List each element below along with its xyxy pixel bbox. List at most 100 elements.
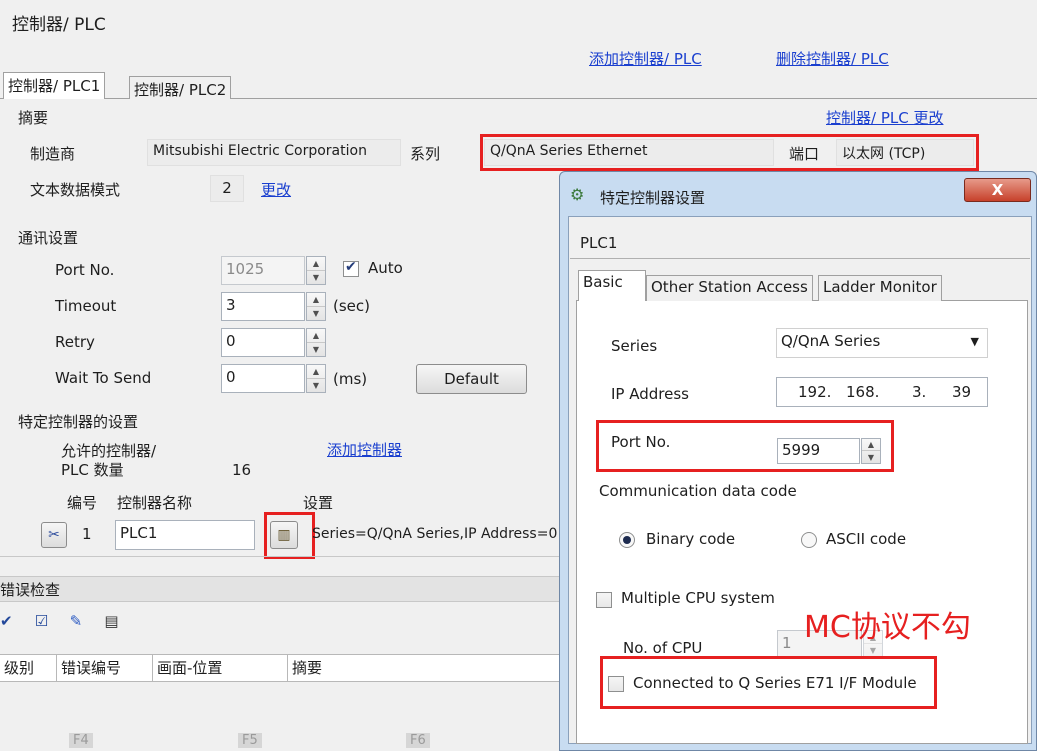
timeout-spinner[interactable]: ▲ ▼ xyxy=(306,292,326,321)
port-no-input[interactable]: 1025 xyxy=(221,256,305,285)
allowed-count: 16 xyxy=(232,461,252,479)
tools-icon[interactable]: ✂ xyxy=(41,522,67,548)
tab-basic[interactable]: Basic xyxy=(578,270,646,301)
col-summary[interactable]: 摘要 xyxy=(288,655,560,682)
spin-down-icon[interactable]: ▼ xyxy=(307,271,325,285)
ascii-label: ASCII code xyxy=(826,530,907,548)
plc-setting-icon[interactable]: ▥ xyxy=(270,521,298,549)
check-all-icon[interactable]: ✔ xyxy=(0,612,22,630)
add-plc-link[interactable]: 添加控制器/ PLC xyxy=(589,48,702,69)
tab-other-station-access[interactable]: Other Station Access xyxy=(646,275,813,301)
port-field: 以太网 (TCP) xyxy=(836,139,974,166)
timeout-input[interactable]: 3 xyxy=(221,292,305,321)
dialog-ip-label: IP Address xyxy=(611,385,689,403)
no-cpu-label: No. of CPU xyxy=(623,639,703,657)
retry-spinner[interactable]: ▲ ▼ xyxy=(306,328,326,357)
comm-code-label: Communication data code xyxy=(599,482,797,500)
page-title: 控制器/ PLC xyxy=(12,15,106,35)
check-screen-icon[interactable]: ✎ xyxy=(70,612,100,630)
dialog-series-label: Series xyxy=(611,337,658,355)
specific-settings-title: 特定控制器的设置 xyxy=(18,413,139,431)
wait-unit: (ms) xyxy=(333,370,368,388)
col-error-no[interactable]: 错误编号 xyxy=(57,655,153,682)
dialog-series-select[interactable]: Q/QnA Series ▼ xyxy=(776,328,988,358)
check-item-icon[interactable]: ☑ xyxy=(35,612,65,630)
col-name-header: 控制器名称 xyxy=(117,494,193,512)
annotation-text: MC协议不勾 xyxy=(804,610,971,645)
col-no-header: 编号 xyxy=(67,494,98,512)
text-mode-value: 2 xyxy=(210,175,244,202)
dialog-series-value: Q/QnA Series xyxy=(781,332,881,350)
e71-checkbox[interactable] xyxy=(608,676,624,692)
error-panel-title: 错误检查 xyxy=(0,576,560,602)
spin-down-icon[interactable]: ▼ xyxy=(307,343,325,357)
dialog-port-input[interactable]: 5999 xyxy=(777,438,860,464)
spin-down-icon[interactable]: ▼ xyxy=(307,307,325,321)
list-icon[interactable]: ▤ xyxy=(104,612,134,630)
series-label: 系列 xyxy=(410,145,441,163)
auto-label: Auto xyxy=(368,259,403,277)
text-mode-label: 文本数据模式 xyxy=(30,181,121,199)
error-toolbar: ✔ ☑ ✎ ▤ xyxy=(0,612,134,630)
multi-cpu-checkbox[interactable] xyxy=(596,592,612,608)
port-no-spinner[interactable]: ▲ ▼ xyxy=(306,256,326,285)
dialog-plc-name: PLC1 xyxy=(580,234,618,252)
spin-up-icon[interactable]: ▲ xyxy=(862,439,880,451)
spin-up-icon[interactable]: ▲ xyxy=(307,257,325,271)
f4-key[interactable]: F4 xyxy=(69,733,93,748)
binary-radio[interactable] xyxy=(619,532,635,548)
spin-up-icon[interactable]: ▲ xyxy=(307,293,325,307)
summary-label: 摘要 xyxy=(18,109,49,127)
timeout-unit: (sec) xyxy=(333,297,370,315)
dialog-icon: ⚙ xyxy=(570,185,585,204)
delete-plc-link[interactable]: 删除控制器/ PLC xyxy=(776,48,889,69)
dropdown-arrow-icon: ▼ xyxy=(970,335,979,348)
f5-key[interactable]: F5 xyxy=(238,733,262,748)
ip-octet-2[interactable]: 168. xyxy=(846,383,879,401)
comm-settings-title: 通讯设置 xyxy=(18,229,79,247)
plc-name-input[interactable]: PLC1 xyxy=(115,520,255,550)
spin-down-icon[interactable]: ▼ xyxy=(862,451,880,463)
col-screen-position[interactable]: 画面-位置 xyxy=(153,655,288,682)
multi-cpu-label: Multiple CPU system xyxy=(621,589,775,607)
row-number: 1 xyxy=(82,525,92,543)
f6-key[interactable]: F6 xyxy=(406,733,430,748)
dialog-port-spinner[interactable]: ▲ ▼ xyxy=(861,438,881,464)
dialog-close-button[interactable]: X xyxy=(964,178,1031,202)
dialog-ip-input[interactable]: 192. 168. 3. 39 xyxy=(776,377,988,407)
tab-plc2[interactable]: 控制器/ PLC2 xyxy=(129,76,232,99)
wait-spinner[interactable]: ▲ ▼ xyxy=(306,364,326,393)
spin-down-icon[interactable]: ▼ xyxy=(307,379,325,393)
ascii-radio[interactable] xyxy=(801,532,817,548)
add-controller-link[interactable]: 添加控制器 xyxy=(327,439,402,460)
wait-label: Wait To Send xyxy=(55,369,152,387)
auto-checkbox[interactable]: ✔ xyxy=(343,259,359,277)
retry-input[interactable]: 0 xyxy=(221,328,305,357)
tab-ladder-monitor[interactable]: Ladder Monitor xyxy=(818,275,942,301)
spin-up-icon[interactable]: ▲ xyxy=(307,329,325,343)
allowed-label-2: PLC 数量 xyxy=(61,461,124,479)
change-plc-link[interactable]: 控制器/ PLC 更改 xyxy=(826,107,943,128)
col-setting-header: 设置 xyxy=(303,494,334,512)
binary-label: Binary code xyxy=(646,530,736,548)
ip-octet-4[interactable]: 39 xyxy=(952,383,971,401)
retry-label: Retry xyxy=(55,333,95,351)
series-field: Q/QnA Series Ethernet xyxy=(484,139,774,166)
ip-octet-3[interactable]: 3. xyxy=(912,383,926,401)
port-label: 端口 xyxy=(789,145,820,163)
dialog-title: 特定控制器设置 xyxy=(600,189,706,207)
maker-label: 制造商 xyxy=(30,145,76,163)
wait-input[interactable]: 0 xyxy=(221,364,305,393)
port-no-label: Port No. xyxy=(55,261,115,279)
dialog-name-divider xyxy=(570,258,1030,259)
spin-up-icon[interactable]: ▲ xyxy=(307,365,325,379)
col-level[interactable]: 级别 xyxy=(0,655,57,682)
default-button[interactable]: Default xyxy=(416,364,527,394)
maker-field: Mitsubishi Electric Corporation xyxy=(147,139,401,166)
dialog-port-label: Port No. xyxy=(611,433,671,451)
timeout-label: Timeout xyxy=(55,297,117,315)
plc-setting-summary: Series=Q/QnA Series,IP Address=0 xyxy=(312,526,558,542)
tab-plc1[interactable]: 控制器/ PLC1 xyxy=(3,72,106,99)
text-mode-change-link[interactable]: 更改 xyxy=(261,179,291,200)
ip-octet-1[interactable]: 192. xyxy=(798,383,831,401)
